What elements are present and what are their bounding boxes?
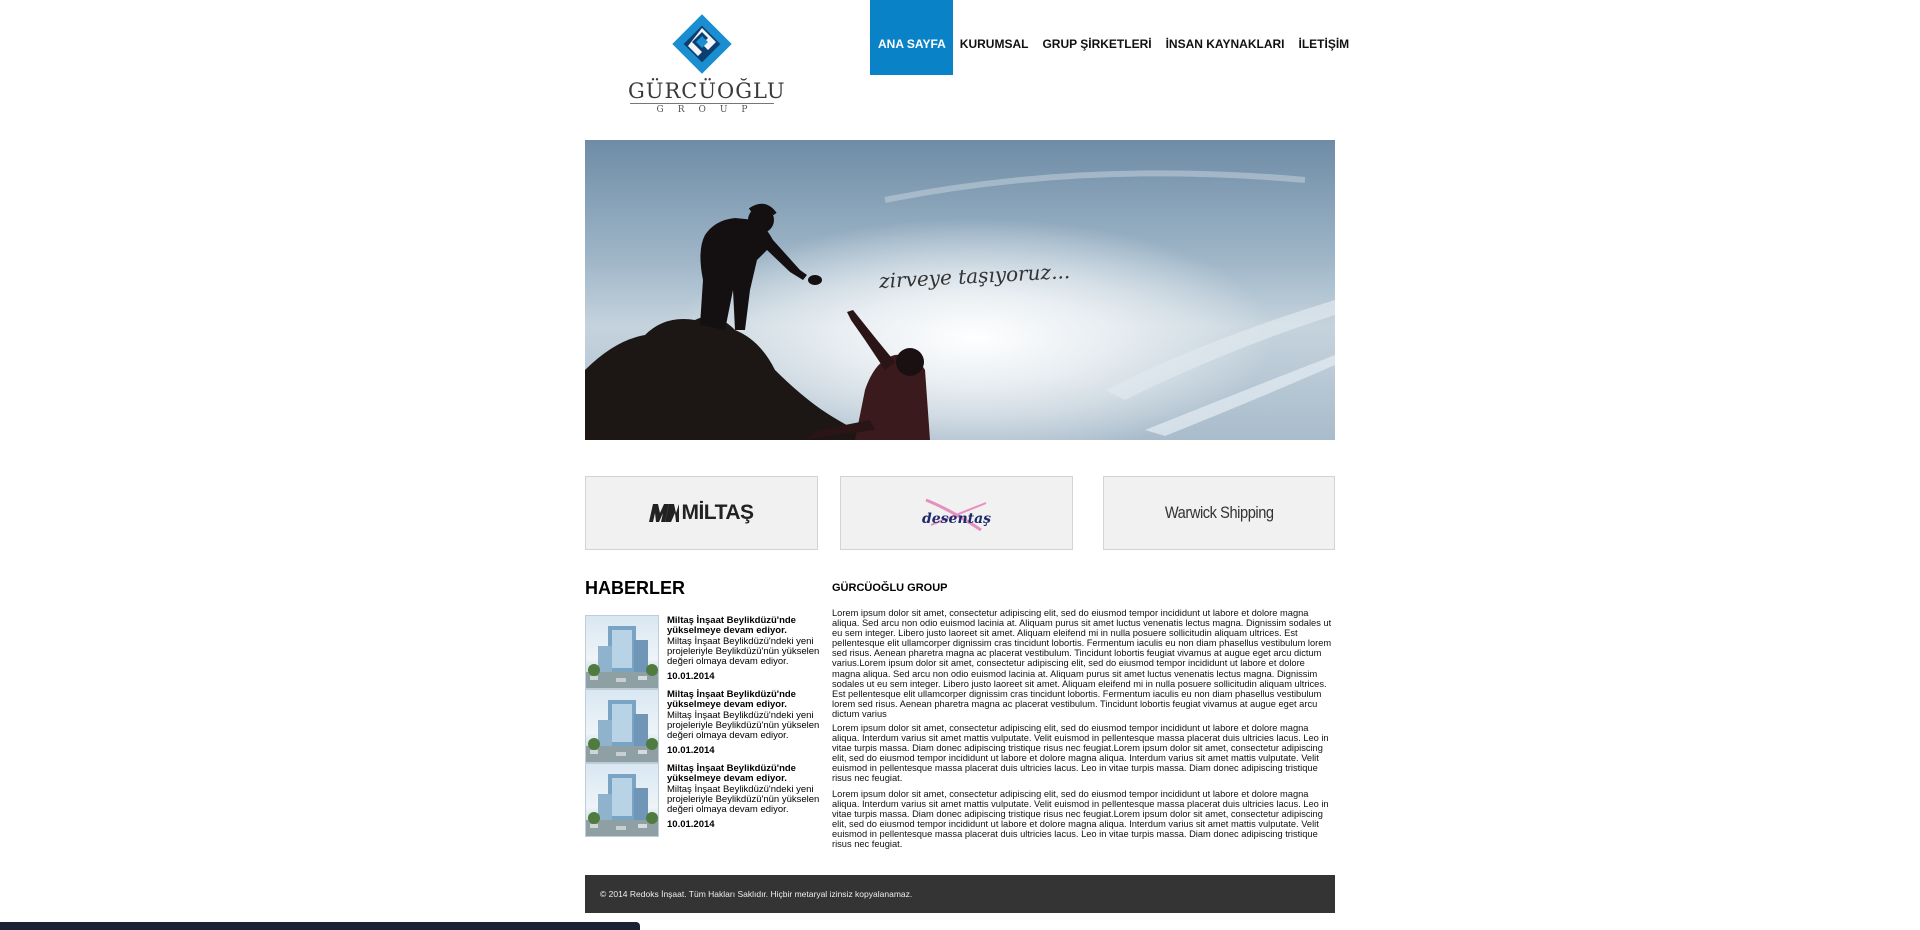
logo-name: GÜRCÜOĞLU bbox=[628, 79, 786, 103]
news-date: 10.01.2014 bbox=[667, 819, 715, 830]
company-logo[interactable]: GÜRCÜOĞLU GROUP bbox=[628, 14, 786, 118]
building-image-icon bbox=[586, 626, 658, 688]
brand-desentas-label: desentaş bbox=[921, 511, 992, 527]
about-title: GÜRCÜOĞLU GROUP bbox=[832, 582, 948, 594]
browser-status-bar bbox=[0, 922, 640, 930]
news-thumbnail[interactable] bbox=[585, 689, 659, 763]
nav-item-insan-kaynaklari[interactable]: İNSAN KAYNAKLARI bbox=[1159, 0, 1292, 75]
news-thumbnail[interactable] bbox=[585, 763, 659, 837]
hero-banner: zirveye taşıyoruz... bbox=[585, 140, 1335, 440]
brand-warwick-shipping[interactable]: Warwick Shipping bbox=[1103, 476, 1335, 550]
nav-item-kurumsal[interactable]: KURUMSAL bbox=[953, 0, 1036, 75]
news-title: HABERLER bbox=[585, 578, 686, 598]
brand-miltas[interactable]: MİLTAŞ bbox=[585, 476, 818, 550]
nav-item-iletisim[interactable]: İLETİŞİM bbox=[1292, 0, 1357, 75]
news-thumbnail[interactable] bbox=[585, 615, 659, 689]
main-nav: ANA SAYFA KURUMSAL GRUP ŞİRKETLERİ İNSAN… bbox=[870, 0, 1356, 75]
news-summary: Miltaş İnşaat Beylikdüzü'ndeki yeni proj… bbox=[667, 710, 820, 741]
about-paragraph: Lorem ipsum dolor sit amet, consectetur … bbox=[832, 723, 1329, 784]
about-paragraph: Lorem ipsum dolor sit amet, consectetur … bbox=[832, 789, 1329, 850]
brand-desentas[interactable]: desentaş bbox=[840, 476, 1073, 550]
miltas-logo-icon bbox=[649, 504, 680, 522]
building-image-icon bbox=[586, 774, 658, 836]
news-date: 10.01.2014 bbox=[667, 745, 715, 756]
news-date: 10.01.2014 bbox=[667, 671, 715, 682]
brand-warwick-label: Warwick Shipping bbox=[1164, 503, 1274, 522]
footer-copyright: © 2014 Redoks İnşaat. Tüm Hakları Saklıd… bbox=[600, 889, 913, 899]
news-summary: Miltaş İnşaat Beylikdüzü'ndeki yeni proj… bbox=[667, 636, 820, 667]
brand-miltas-label: MİLTAŞ bbox=[681, 501, 754, 524]
news-item[interactable]: Miltaş İnşaat Beylikdüzü'nde yükselmeye … bbox=[585, 763, 820, 837]
hero-illustration bbox=[585, 140, 1335, 440]
news-summary: Miltaş İnşaat Beylikdüzü'ndeki yeni proj… bbox=[667, 784, 820, 815]
footer: © 2014 Redoks İnşaat. Tüm Hakları Saklıd… bbox=[585, 875, 1335, 913]
news-headline[interactable]: Miltaş İnşaat Beylikdüzü'nde yükselmeye … bbox=[667, 764, 817, 784]
logo-divider bbox=[630, 103, 774, 104]
logo-mark-icon bbox=[672, 14, 732, 74]
news-item[interactable]: Miltaş İnşaat Beylikdüzü'nde yükselmeye … bbox=[585, 689, 820, 763]
news-item[interactable]: Miltaş İnşaat Beylikdüzü'nde yükselmeye … bbox=[585, 615, 820, 689]
news-headline[interactable]: Miltaş İnşaat Beylikdüzü'nde yükselmeye … bbox=[667, 690, 817, 710]
nav-item-grup-sirketleri[interactable]: GRUP ŞİRKETLERİ bbox=[1035, 0, 1158, 75]
nav-item-ana-sayfa[interactable]: ANA SAYFA bbox=[870, 0, 953, 75]
building-image-icon bbox=[586, 700, 658, 762]
news-headline[interactable]: Miltaş İnşaat Beylikdüzü'nde yükselmeye … bbox=[667, 616, 817, 636]
logo-sub: GROUP bbox=[656, 105, 762, 115]
about-paragraph: Lorem ipsum dolor sit amet, consectetur … bbox=[832, 608, 1332, 719]
